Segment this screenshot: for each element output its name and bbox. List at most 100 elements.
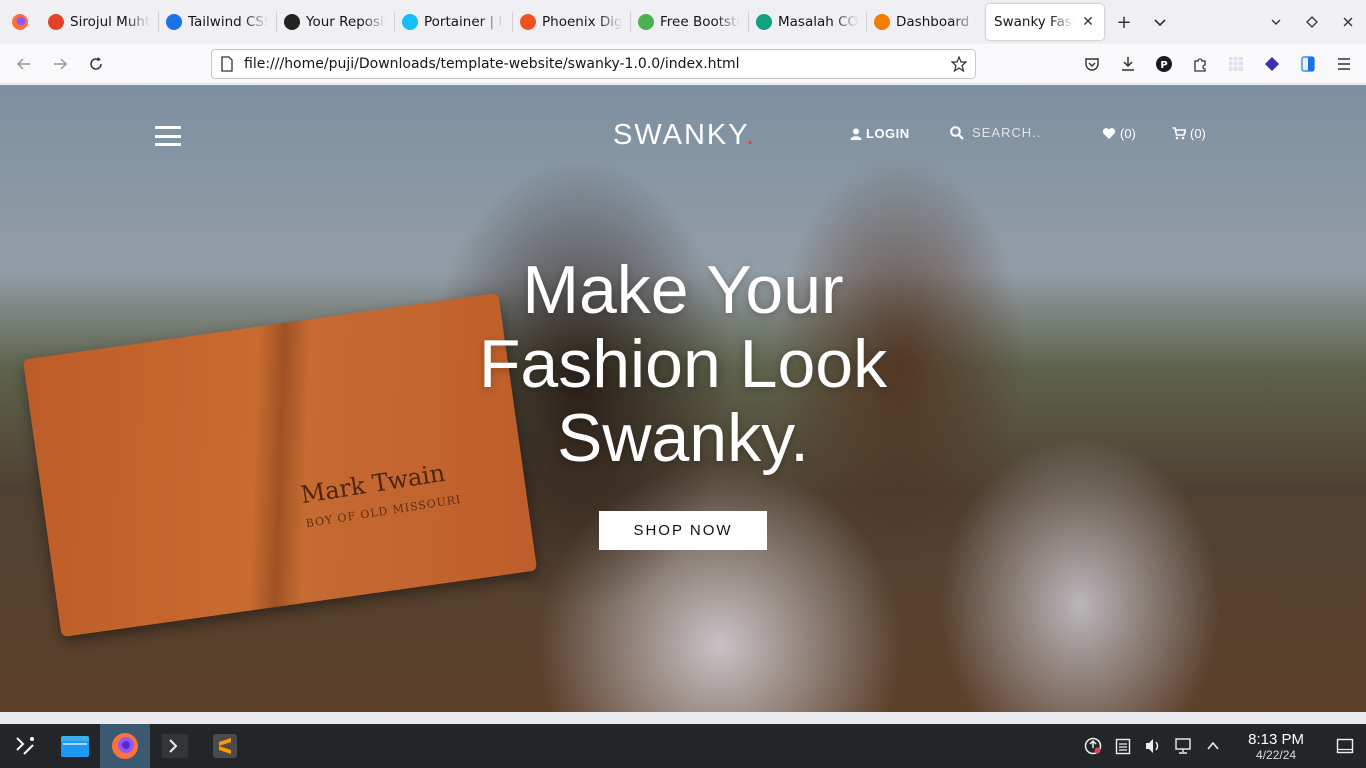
forward-arrow-icon bbox=[54, 57, 68, 70]
back-arrow-icon bbox=[16, 57, 30, 70]
tab-close-icon[interactable]: ✕ bbox=[1080, 14, 1096, 30]
maximize-button[interactable] bbox=[1294, 4, 1330, 40]
page-icon bbox=[221, 56, 233, 72]
minimize-icon bbox=[1271, 19, 1281, 25]
search-box bbox=[950, 125, 1082, 140]
reload-button[interactable] bbox=[78, 48, 114, 80]
network-tray-button[interactable] bbox=[1174, 737, 1192, 755]
tab-label: Free Bootstra bbox=[660, 14, 740, 30]
chevron-down-icon bbox=[1154, 19, 1166, 27]
search-input[interactable] bbox=[972, 125, 1082, 140]
search-icon[interactable] bbox=[950, 125, 964, 140]
firefox-taskbar-icon bbox=[112, 733, 138, 759]
app-menu-button[interactable] bbox=[1328, 48, 1360, 80]
close-window-button[interactable] bbox=[1330, 4, 1366, 40]
browser-tab[interactable]: Portainer | lo bbox=[394, 0, 512, 44]
desktop-icon bbox=[1336, 738, 1354, 754]
close-icon bbox=[1343, 17, 1353, 27]
downloads-button[interactable] bbox=[1112, 48, 1144, 80]
sidebar-extension-button[interactable] bbox=[1292, 48, 1324, 80]
minimize-button[interactable] bbox=[1258, 4, 1294, 40]
forward-button[interactable] bbox=[42, 48, 78, 80]
cart-link[interactable]: (0) bbox=[1172, 126, 1206, 141]
bookmark-star-icon[interactable] bbox=[951, 56, 967, 72]
hero-line-2: Fashion Look bbox=[478, 326, 888, 402]
user-icon bbox=[850, 128, 862, 140]
chevron-up-icon bbox=[1207, 741, 1219, 750]
dashboard-icon bbox=[874, 14, 890, 30]
p-badge-icon: P bbox=[1156, 56, 1172, 72]
menu-bar-2 bbox=[155, 134, 181, 138]
firefox-task[interactable] bbox=[100, 724, 150, 768]
grid-extension-button[interactable] bbox=[1220, 48, 1252, 80]
grid-icon bbox=[1229, 57, 1243, 71]
login-label: LOGIN bbox=[866, 126, 910, 141]
login-link[interactable]: LOGIN bbox=[850, 126, 910, 141]
wishlist-count: (0) bbox=[1120, 126, 1136, 141]
profile-extension-button[interactable]: P bbox=[1148, 48, 1180, 80]
browser-tab[interactable]: Free Bootstra bbox=[630, 0, 748, 44]
browser-tab[interactable]: Sirojul Muhta bbox=[40, 0, 158, 44]
clock-date: 4/22/24 bbox=[1256, 747, 1297, 762]
new-tab-button[interactable]: + bbox=[1106, 4, 1142, 40]
github-icon bbox=[284, 14, 300, 30]
tab-label: Dashboard | bbox=[896, 14, 976, 30]
clipboard-icon bbox=[1115, 738, 1131, 755]
tab-label: Tailwind CSS bbox=[188, 14, 268, 30]
hero-line-1: Make Your bbox=[522, 252, 844, 328]
system-taskbar: 8:13 PM 4/22/24 bbox=[0, 724, 1366, 768]
clipboard-tray-button[interactable] bbox=[1114, 737, 1132, 755]
application-launcher[interactable] bbox=[0, 724, 50, 768]
page-bottom-strip bbox=[0, 712, 1366, 724]
sidebar-icon bbox=[1301, 56, 1315, 72]
brand-dot: . bbox=[745, 119, 756, 151]
tab-label: Masalah COR bbox=[778, 14, 858, 30]
updates-tray-button[interactable] bbox=[1084, 737, 1102, 755]
back-button[interactable] bbox=[6, 48, 42, 80]
terminal-icon bbox=[162, 734, 188, 758]
firefox-icon bbox=[12, 14, 28, 30]
site-logo[interactable]: SWANKY. bbox=[613, 119, 756, 152]
browser-tab[interactable]: Tailwind CSS bbox=[158, 0, 276, 44]
menu-toggle-button[interactable] bbox=[155, 126, 181, 146]
address-bar[interactable]: file:///home/puji/Downloads/template-web… bbox=[211, 49, 976, 79]
speaker-icon bbox=[1146, 739, 1159, 753]
toolbar-extensions: P bbox=[1076, 48, 1360, 80]
openai-icon bbox=[756, 14, 772, 30]
hero-line-3: Swanky. bbox=[557, 400, 809, 476]
system-tray: 8:13 PM 4/22/24 bbox=[1084, 724, 1366, 768]
cart-icon bbox=[1172, 127, 1186, 140]
browser-tab[interactable]: Your Reposit bbox=[276, 0, 394, 44]
download-icon bbox=[1122, 57, 1134, 71]
network-icon bbox=[1175, 738, 1191, 754]
play-icon bbox=[166, 14, 182, 30]
shop-now-button[interactable]: SHOP NOW bbox=[599, 511, 767, 550]
menu-bar-1 bbox=[155, 126, 181, 129]
reload-icon bbox=[90, 56, 102, 70]
sublime-text-task[interactable] bbox=[200, 724, 250, 768]
firefox-view-button[interactable] bbox=[0, 0, 40, 44]
browser-tab[interactable]: Masalah COR bbox=[748, 0, 866, 44]
list-all-tabs-button[interactable] bbox=[1142, 4, 1178, 40]
file-manager-task[interactable] bbox=[50, 724, 100, 768]
menu-bar-3 bbox=[155, 143, 181, 146]
browser-tab[interactable]: Swanky Fashio ✕ bbox=[986, 4, 1104, 40]
show-hidden-icons-button[interactable] bbox=[1204, 737, 1222, 755]
diamond-extension-button[interactable] bbox=[1256, 48, 1288, 80]
tab-bar: Sirojul Muhta Tailwind CSS Your Reposit Por… bbox=[0, 0, 1366, 44]
browser-tab[interactable]: Phoenix Digi bbox=[512, 0, 630, 44]
terminal-task[interactable] bbox=[150, 724, 200, 768]
pocket-button[interactable] bbox=[1076, 48, 1108, 80]
extensions-button[interactable] bbox=[1184, 48, 1216, 80]
show-desktop-button[interactable] bbox=[1336, 737, 1354, 755]
browser-tab[interactable]: Dashboard | bbox=[866, 0, 984, 44]
navigation-toolbar: file:///home/puji/Downloads/template-web… bbox=[0, 44, 1366, 84]
tab-label: Sirojul Muhta bbox=[70, 14, 150, 30]
wishlist-link[interactable]: (0) bbox=[1102, 126, 1136, 141]
url-text[interactable]: file:///home/puji/Downloads/template-web… bbox=[244, 56, 941, 72]
folder-icon bbox=[61, 736, 89, 757]
clock[interactable]: 8:13 PM 4/22/24 bbox=[1248, 731, 1304, 762]
update-icon bbox=[1084, 737, 1102, 755]
volume-tray-button[interactable] bbox=[1144, 737, 1162, 755]
maximize-icon bbox=[1306, 16, 1318, 28]
